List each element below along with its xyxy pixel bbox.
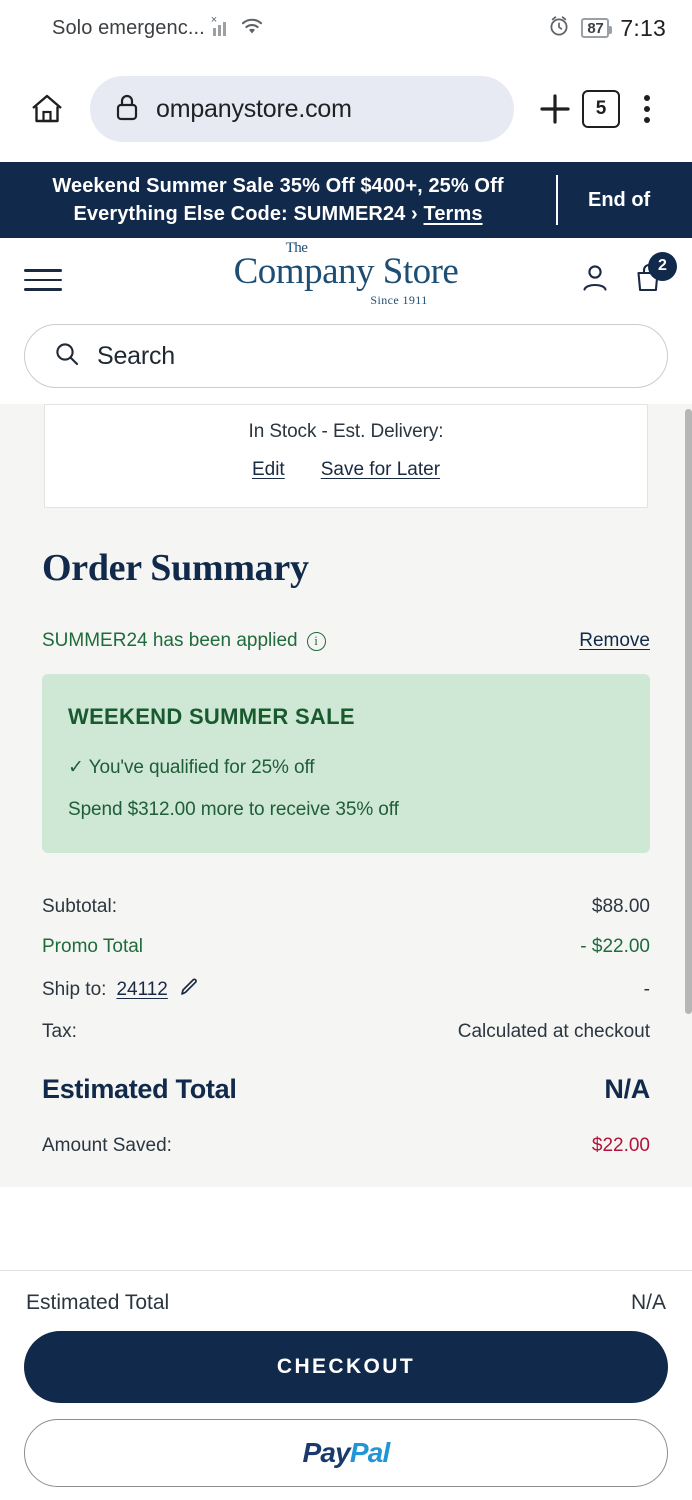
header-actions: 2 [578,251,677,300]
logo-company-store: Company Store [233,250,459,292]
promo-line-2-wrap: Everything Else Code: SUMMER24 › Terms [42,200,514,228]
remove-promo-link[interactable]: Remove [579,630,650,652]
status-bar: Solo emergenc... × 87 7:13 [0,0,692,56]
amount-saved-row: Amount Saved: $22.00 [42,1113,650,1157]
sale-box-title: WEEKEND SUMMER SALE [68,704,355,729]
save-for-later-link[interactable]: Save for Later [321,459,440,481]
clock-label: 7:13 [620,14,666,41]
home-icon[interactable] [24,86,70,132]
user-account-icon[interactable] [578,261,612,300]
search-placeholder: Search [97,341,176,370]
battery-indicator: 87 [581,18,613,38]
ship-to-label: Ship to: [42,978,107,1000]
alarm-clock-icon [548,15,570,42]
paypal-pal-text: Pal [349,1437,390,1468]
promo-line-2: Everything Else Code: SUMMER24 › [73,203,418,225]
subtotal-label: Subtotal: [42,896,117,917]
info-circle-icon[interactable]: i [306,631,326,651]
cart-count-badge: 2 [648,251,677,281]
url-bar[interactable]: ompanystore.com [90,76,514,142]
status-bar-left: Solo emergenc... × [52,14,265,41]
estimated-total-row: Estimated Total N/A [42,1052,650,1113]
tax-label: Tax: [42,1021,77,1042]
ship-to-zip[interactable]: 24112 [116,979,167,1001]
footer-estimated-total-row: Estimated Total N/A [24,1291,668,1315]
promo-divider [556,175,558,225]
site-header: The Company Store Since 1911 2 [0,238,692,322]
page-content: In Stock - Est. Delivery: Edit Save for … [0,404,692,1187]
status-bar-right: 87 7:13 [548,15,666,42]
promo-applied-row: SUMMER24 has been applied i Remove [42,630,650,652]
search-icon [53,340,81,373]
cell-signal-no-service-icon: × [211,14,232,36]
logo-tagline: Since 1911 [370,292,428,307]
content-bottom-gap [0,1187,692,1270]
ship-to-row: Ship to: 24112 - [42,967,650,1012]
amount-saved-value: $22.00 [591,1135,650,1156]
promo-total-value: - $22.00 [580,936,650,957]
sale-qualified-line: ✓ You've qualified for 25% off [68,757,315,778]
checkout-button[interactable]: CHECKOUT [24,1331,668,1403]
tax-value: Calculated at checkout [457,1021,650,1042]
plus-icon[interactable] [532,86,578,132]
promo-terms-link[interactable]: Terms [424,203,483,225]
phone-screen: Solo emergenc... × 87 7:13 ompanystore.c… [0,0,692,1500]
promo-applied-label: SUMMER24 has been applied [42,630,298,651]
stock-status-label: In Stock - Est. Delivery: [248,421,444,442]
tax-row: Tax: Calculated at checkout [42,1012,650,1052]
page-scrollbar[interactable] [685,409,692,1014]
promo-banner-message: Weekend Summer Sale 35% Off $400+, 25% O… [0,172,556,229]
promo-line-1: Weekend Summer Sale 35% Off $400+, 25% O… [52,174,504,197]
search-input[interactable]: Search [24,324,668,388]
cart-button[interactable]: 2 [632,251,677,300]
kebab-menu-icon[interactable] [624,86,670,132]
browser-toolbar: ompanystore.com 5 [0,56,692,162]
tab-counter-button[interactable]: 5 [578,86,624,132]
search-zone: Search [0,322,692,404]
order-summary-section: Order Summary SUMMER24 has been applied … [0,508,692,1157]
logo-name: The Company Store [233,240,459,292]
edit-link[interactable]: Edit [252,459,285,481]
promo-next-message: End of [588,188,651,211]
sale-spend-more-line: Spend $312.00 more to receive 35% off [68,799,399,820]
footer-estimated-total-value: N/A [630,1291,666,1314]
estimated-total-label: Estimated Total [42,1074,237,1104]
subtotal-value: $88.00 [591,896,650,917]
promo-banner[interactable]: Weekend Summer Sale 35% Off $400+, 25% O… [0,162,692,238]
amount-saved-label: Amount Saved: [42,1135,172,1156]
subtotal-row: Subtotal: $88.00 [42,887,650,927]
footer-estimated-total-label: Estimated Total [26,1291,170,1314]
carrier-label: Solo emergenc... [52,16,205,39]
hamburger-menu-icon[interactable] [24,269,62,291]
promo-total-label: Promo Total [42,936,144,957]
promo-total-row: Promo Total - $22.00 [42,927,650,967]
tab-count-label: 5 [582,90,620,128]
cart-item-card: In Stock - Est. Delivery: Edit Save for … [44,404,648,508]
page-title: Order Summary [42,547,309,589]
paypal-logo: PayPal [302,1437,390,1469]
estimated-total-value: N/A [604,1074,650,1104]
cart-item-actions: Edit Save for Later [45,459,647,481]
ship-to-left: Ship to: 24112 [42,976,200,1003]
checkout-footer: Estimated Total N/A CHECKOUT PayPal [0,1270,692,1500]
sale-progress-box: WEEKEND SUMMER SALE ✓ You've qualified f… [42,674,650,853]
pencil-edit-icon[interactable] [178,976,200,1003]
paypal-button[interactable]: PayPal [24,1419,668,1487]
paypal-pay-text: Pay [302,1437,350,1468]
ship-to-value: - [643,978,650,1000]
promo-applied-status: SUMMER24 has been applied i [42,630,326,652]
url-text: ompanystore.com [156,94,352,123]
logo-the: The [285,239,308,256]
wifi-icon [239,16,265,41]
lock-icon [112,91,142,128]
